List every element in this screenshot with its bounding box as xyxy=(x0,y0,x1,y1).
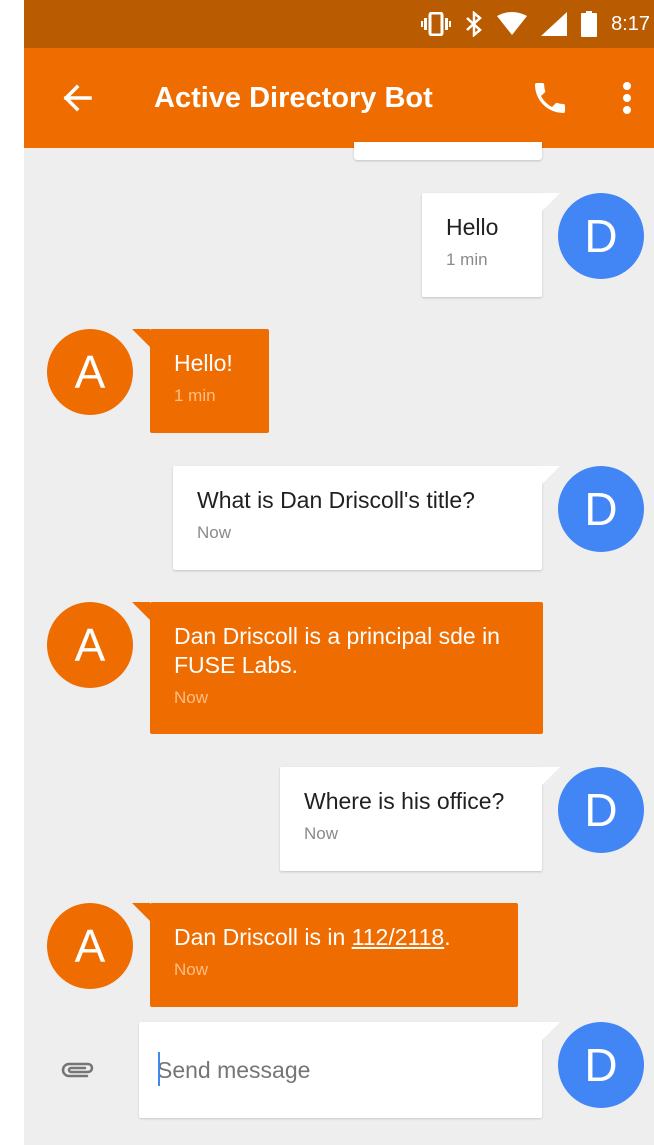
phone-screen: 8:17 Active Directory Bot Hello 1 min D … xyxy=(24,0,654,1145)
message-text: What is Dan Driscoll's title? xyxy=(197,487,475,513)
vibrate-icon xyxy=(421,12,452,36)
text-cursor xyxy=(158,1052,160,1086)
message-time: 1 min xyxy=(174,386,216,405)
message-time: Now xyxy=(304,824,339,843)
status-bar: 8:17 xyxy=(24,0,654,48)
paperclip-icon xyxy=(61,1062,94,1078)
message-bubble-user: Hello 1 min xyxy=(422,193,542,297)
bubble-tail xyxy=(542,193,560,211)
bubble-tail xyxy=(132,329,150,347)
message-time: Now xyxy=(174,960,209,979)
bubble-tail xyxy=(542,466,560,484)
message-bubble-user: Where is his office? Now xyxy=(280,767,542,871)
message-input[interactable] xyxy=(157,1050,527,1090)
message-text: Dan Driscoll is in 112/2118. xyxy=(174,923,494,952)
bluetooth-icon xyxy=(466,11,482,37)
overflow-menu-button[interactable] xyxy=(616,78,638,118)
status-icons: 8:17 xyxy=(421,0,654,48)
office-link[interactable]: 112/2118 xyxy=(352,924,445,950)
app-bar: Active Directory Bot xyxy=(24,48,654,148)
attach-button[interactable] xyxy=(60,1058,96,1082)
message-text-suffix: . xyxy=(444,924,451,950)
arrow-left-icon xyxy=(63,84,92,112)
signal-icon xyxy=(541,12,568,36)
battery-icon xyxy=(581,11,598,37)
status-clock: 8:17 xyxy=(611,12,650,35)
avatar[interactable]: A xyxy=(47,602,133,688)
message-text: Hello xyxy=(446,214,499,240)
chat-title: Active Directory Bot xyxy=(154,82,433,114)
avatar[interactable]: D xyxy=(558,767,644,853)
message-bubble-bot: Dan Driscoll is a principal sde in FUSE … xyxy=(150,602,543,734)
message-bubble-bot: Hello! 1 min xyxy=(150,329,269,433)
message-text: Hello! xyxy=(174,350,233,376)
back-button[interactable] xyxy=(60,80,96,116)
wifi-icon xyxy=(497,12,528,35)
message-bubble-user: What is Dan Driscoll's title? Now xyxy=(173,466,542,570)
message-time: Now xyxy=(197,523,232,542)
message-text: Dan Driscoll is a principal sde in FUSE … xyxy=(174,623,500,678)
phone-icon xyxy=(535,83,565,113)
message-text-prefix: Dan Driscoll is in xyxy=(174,924,352,950)
message-text: Where is his office? xyxy=(304,788,505,814)
composer-tail xyxy=(542,1022,560,1040)
previous-message-stub xyxy=(354,142,542,160)
more-vert-icon xyxy=(623,82,631,114)
avatar[interactable]: D xyxy=(558,1022,644,1108)
composer xyxy=(139,1022,542,1118)
bubble-tail xyxy=(132,903,150,921)
avatar[interactable]: D xyxy=(558,466,644,552)
bubble-tail xyxy=(132,602,150,620)
call-button[interactable] xyxy=(530,78,570,118)
message-time: Now xyxy=(174,688,209,707)
avatar[interactable]: A xyxy=(47,903,133,989)
message-time: 1 min xyxy=(446,250,488,269)
avatar[interactable]: A xyxy=(47,329,133,415)
avatar[interactable]: D xyxy=(558,193,644,279)
bubble-tail xyxy=(542,767,560,785)
message-bubble-bot: Dan Driscoll is in 112/2118. Now xyxy=(150,903,518,1007)
